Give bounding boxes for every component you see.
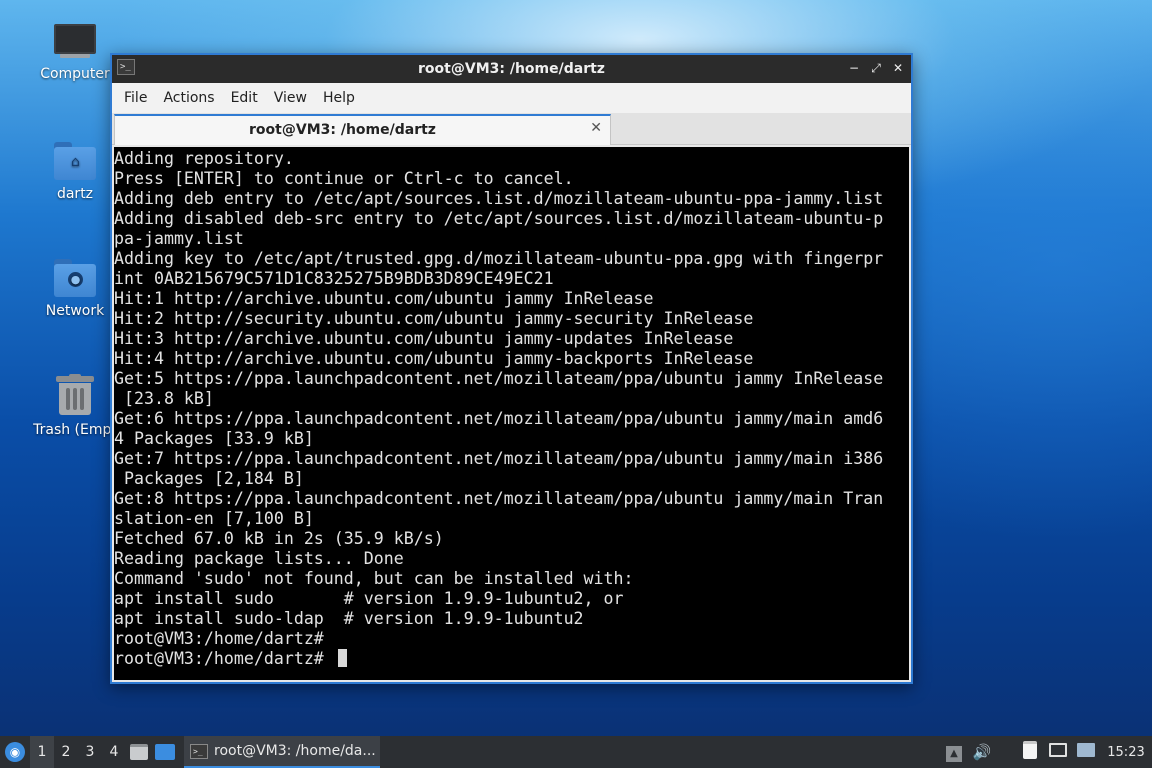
menu-view[interactable]: View <box>266 90 315 106</box>
text-cursor <box>337 649 347 667</box>
menu-file[interactable]: File <box>116 90 155 106</box>
window-title: root@VM3: /home/dartz <box>418 61 605 77</box>
terminal-line: int 0AB215679C571D1C8325275B9BDB3D89CE49… <box>114 269 554 288</box>
up-arrow-icon: ▲ <box>946 746 962 762</box>
terminal-line: Hit:2 http://security.ubuntu.com/ubuntu … <box>114 309 754 328</box>
file-manager-launcher[interactable] <box>126 736 152 768</box>
terminal-tab[interactable]: root@VM3: /home/dartz ✕ <box>114 114 611 145</box>
terminal-line: Hit:3 http://archive.ubuntu.com/ubuntu j… <box>114 329 734 348</box>
terminal-task-icon: >_ <box>190 743 208 759</box>
clipboard-icon[interactable] <box>1016 741 1044 763</box>
tab-bar: root@VM3: /home/dartz ✕ <box>112 113 911 145</box>
minimize-button[interactable]: − <box>847 60 861 76</box>
workspace-1[interactable]: 1 <box>30 736 54 768</box>
clock[interactable]: 15:23 <box>1100 745 1152 760</box>
terminal-prompt-line[interactable]: root@VM3:/home/dartz# <box>114 649 909 669</box>
menu-help[interactable]: Help <box>315 90 363 106</box>
terminal-line: Get:5 https://ppa.launchpadcontent.net/m… <box>114 369 884 388</box>
terminal-line: Fetched 67.0 kB in 2s (35.9 kB/s) <box>114 529 444 548</box>
tab-title: root@VM3: /home/dartz <box>249 122 436 138</box>
workspace-4[interactable]: 4 <box>102 736 126 768</box>
task-label: root@VM3: /home/da... <box>214 743 376 759</box>
computer-icon <box>54 24 96 60</box>
display-icon[interactable] <box>1044 743 1072 761</box>
network-icon[interactable] <box>1072 743 1100 761</box>
xfce-mouse-icon: ◉ <box>5 742 25 762</box>
terminal-line: Get:6 https://ppa.launchpadcontent.net/m… <box>114 409 884 428</box>
taskbar-task-terminal[interactable]: >_ root@VM3: /home/da... <box>184 736 380 768</box>
terminal-line: Adding repository. <box>114 149 294 168</box>
terminal-line: Adding key to /etc/apt/trusted.gpg.d/moz… <box>114 249 884 268</box>
terminal-line: Hit:4 http://archive.ubuntu.com/ubuntu j… <box>114 349 754 368</box>
show-desktop-button[interactable] <box>152 736 178 768</box>
terminal-app-icon[interactable]: >_ <box>117 59 135 75</box>
network-folder-icon: ● <box>54 259 96 297</box>
menu-bar: File Actions Edit View Help <box>112 83 911 113</box>
menu-actions[interactable]: Actions <box>155 90 222 106</box>
window-titlebar[interactable]: >_ root@VM3: /home/dartz − ⤢ ✕ <box>112 55 911 83</box>
terminal-window[interactable]: >_ root@VM3: /home/dartz − ⤢ ✕ File Acti… <box>110 53 913 684</box>
terminal-output[interactable]: Adding repository. Press [ENTER] to cont… <box>114 147 909 680</box>
terminal-prompt: root@VM3:/home/dartz# <box>114 649 334 668</box>
trash-icon <box>56 374 94 416</box>
terminal-line: Adding deb entry to /etc/apt/sources.lis… <box>114 189 884 208</box>
menu-edit[interactable]: Edit <box>223 90 266 106</box>
terminal-line: Hit:1 http://archive.ubuntu.com/ubuntu j… <box>114 289 654 308</box>
terminal-line: Get:7 https://ppa.launchpadcontent.net/m… <box>114 449 884 468</box>
whisker-menu-button[interactable]: ◉ <box>0 736 30 768</box>
terminal-line: Reading package lists... Done <box>114 549 404 568</box>
terminal-line: Packages [2,184 B] <box>114 469 304 488</box>
terminal-line: Command 'sudo' not found, but can be ins… <box>114 569 634 588</box>
tray-expand-button[interactable]: ▲ <box>940 742 968 762</box>
terminal-line: root@VM3:/home/dartz# <box>114 629 324 648</box>
terminal-line: Get:8 https://ppa.launchpadcontent.net/m… <box>114 489 884 508</box>
terminal-line: [23.8 kB] <box>114 389 214 408</box>
terminal-line: Adding disabled deb-src entry to /etc/ap… <box>114 209 884 228</box>
workspace-3[interactable]: 3 <box>78 736 102 768</box>
terminal-line: 4 Packages [33.9 kB] <box>114 429 314 448</box>
workspace-2[interactable]: 2 <box>54 736 78 768</box>
volume-icon[interactable]: 🔊 <box>968 743 996 761</box>
terminal-line: Press [ENTER] to continue or Ctrl-c to c… <box>114 169 574 188</box>
system-tray: ▲ 🔊 15:23 <box>940 736 1152 768</box>
home-folder-icon: ⌂ <box>54 142 96 180</box>
desktop-icon <box>155 744 175 760</box>
taskbar: ◉ 1 2 3 4 >_ root@VM3: /home/da... ▲ 🔊 1… <box>0 736 1152 768</box>
file-manager-icon <box>130 744 148 760</box>
terminal-line: apt install sudo-ldap # version 1.9.9-1u… <box>114 609 584 628</box>
tab-close-icon[interactable]: ✕ <box>590 120 602 136</box>
terminal-line: slation-en [7,100 B] <box>114 509 314 528</box>
maximize-button[interactable]: ⤢ <box>869 60 883 76</box>
close-button[interactable]: ✕ <box>891 60 905 76</box>
terminal-line: pa-jammy.list <box>114 229 244 248</box>
terminal-line: apt install sudo # version 1.9.9-1ubuntu… <box>114 589 624 608</box>
